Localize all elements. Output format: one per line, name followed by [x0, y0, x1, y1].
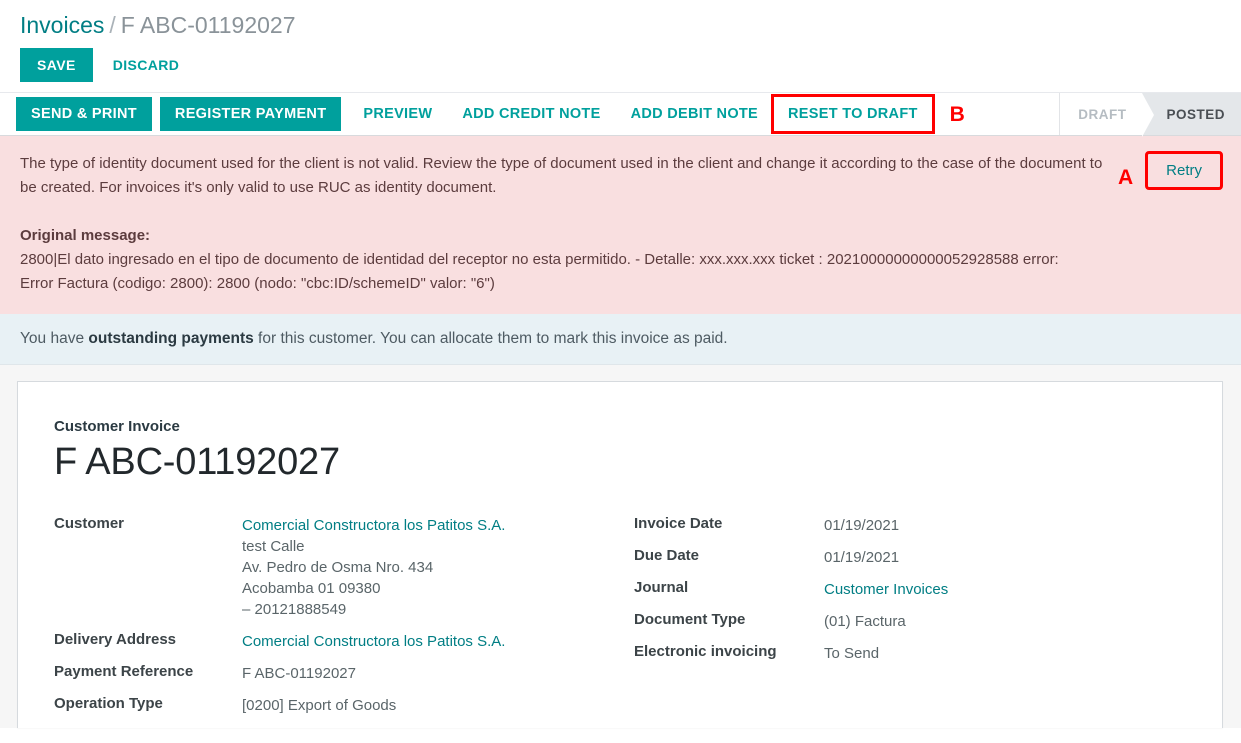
status-pill-posted[interactable]: POSTED	[1142, 93, 1241, 135]
field-value-electronic-invoicing: To Send	[824, 645, 880, 662]
outstanding-payments-link[interactable]: outstanding payments	[88, 330, 253, 347]
customer-address-line-3: Acobamba 01 09380	[242, 580, 381, 597]
outstanding-payments-text-after: for this customer. You can allocate them…	[253, 330, 728, 347]
error-alert: The type of identity document used for t…	[0, 136, 1241, 314]
field-label-invoice-date: Invoice Date	[634, 515, 723, 532]
send-and-print-button[interactable]: SEND & PRINT	[16, 97, 152, 131]
field-value-delivery-address[interactable]: Comercial Constructora los Patitos S.A.	[242, 626, 505, 657]
outstanding-payments-alert: You have outstanding payments for this c…	[0, 314, 1241, 365]
original-message-line-1: 2800|El dato ingresado en el tipo de doc…	[20, 251, 1059, 268]
annotation-marker-a: A	[1117, 166, 1134, 189]
invoice-sheet: Customer Invoice F ABC-01192027 Customer…	[17, 381, 1223, 728]
discard-button[interactable]: DISCARD	[101, 48, 192, 82]
field-row-invoice-date: Invoice Date 01/19/2021	[634, 510, 1188, 541]
statusbar: SEND & PRINT REGISTER PAYMENT PREVIEW AD…	[0, 92, 1241, 137]
breadcrumb-invoices-link[interactable]: Invoices	[20, 12, 104, 38]
reset-to-draft-button[interactable]: RESET TO DRAFT	[771, 94, 935, 134]
field-value-journal[interactable]: Customer Invoices	[824, 574, 948, 605]
original-message-line-2: Error Factura (codigo: 2800): 2800 (nodo…	[20, 275, 495, 292]
preview-button[interactable]: PREVIEW	[349, 97, 446, 131]
breadcrumb-current: F ABC-01192027	[120, 12, 296, 38]
status-pill-draft[interactable]: DRAFT	[1060, 93, 1155, 137]
annotation-marker-b: B	[949, 102, 965, 126]
field-value-document-type[interactable]: (01) Factura	[824, 606, 906, 637]
status-pill-draft-label: DRAFT	[1078, 106, 1127, 122]
customer-address-line-2: Av. Pedro de Osma Nro. 434	[242, 559, 434, 576]
field-row-document-type: Document Type (01) Factura	[634, 606, 1188, 637]
add-debit-note-button[interactable]: ADD DEBIT NOTE	[617, 97, 772, 131]
field-value-invoice-date[interactable]: 01/19/2021	[824, 510, 899, 541]
field-label-customer: Customer	[54, 515, 125, 532]
sheet-right-column: Invoice Date 01/19/2021 Due Date 01/19/2…	[634, 510, 1188, 722]
pill-arrow-icon	[1142, 93, 1155, 137]
field-value-payment-reference[interactable]: F ABC-01192027	[242, 658, 356, 689]
customer-name-link[interactable]: Comercial Constructora los Patitos S.A.	[242, 515, 505, 536]
error-message: The type of identity document used for t…	[20, 155, 1103, 196]
field-label-journal: Journal	[634, 579, 689, 596]
sheet-left-column: Customer Comercial Constructora los Pati…	[54, 510, 634, 722]
field-row-operation-type: Operation Type [0200] Export of Goods	[54, 690, 634, 721]
error-alert-actions: A Retry	[1117, 151, 1223, 190]
field-row-payment-reference: Payment Reference F ABC-01192027	[54, 658, 634, 689]
field-row-journal: Journal Customer Invoices	[634, 574, 1188, 605]
field-label-document-type: Document Type	[634, 611, 746, 628]
save-button[interactable]: SAVE	[20, 48, 93, 82]
breadcrumb-separator: /	[109, 12, 116, 38]
breadcrumb: Invoices / F ABC-01192027	[0, 0, 1241, 40]
invoice-number-title: F ABC-01192027	[54, 441, 340, 483]
field-label-delivery-address: Delivery Address	[54, 631, 177, 648]
save-discard-bar: SAVE DISCARD	[0, 40, 1241, 92]
field-value-due-date[interactable]: 01/19/2021	[824, 542, 899, 573]
field-row-customer: Customer Comercial Constructora los Pati…	[54, 510, 634, 625]
customer-address-line-1: test Calle	[242, 538, 305, 555]
field-row-electronic-invoicing: Electronic invoicing To Send	[634, 638, 1188, 669]
field-label-due-date: Due Date	[634, 547, 700, 564]
sheet-background: Customer Invoice F ABC-01192027 Customer…	[0, 365, 1241, 728]
retry-button[interactable]: Retry	[1145, 151, 1223, 190]
status-pills: DRAFT POSTED	[1059, 93, 1241, 137]
field-label-operation-type: Operation Type	[54, 695, 163, 712]
sheet-columns: Customer Comercial Constructora los Pati…	[54, 510, 1188, 722]
field-value-operation-type[interactable]: [0200] Export of Goods	[242, 690, 396, 721]
statusbar-buttons: SEND & PRINT REGISTER PAYMENT PREVIEW AD…	[0, 93, 1059, 135]
original-message-label: Original message:	[20, 227, 151, 244]
invoice-form-page: Invoices / F ABC-01192027 SAVE DISCARD SEN…	[0, 0, 1241, 743]
register-payment-button[interactable]: REGISTER PAYMENT	[159, 97, 342, 131]
customer-vat-line: – 20121888549	[242, 601, 347, 618]
field-row-due-date: Due Date 01/19/2021	[634, 542, 1188, 573]
field-label-electronic-invoicing: Electronic invoicing	[634, 643, 777, 660]
status-pill-posted-label: POSTED	[1166, 106, 1225, 122]
add-credit-note-button[interactable]: ADD CREDIT NOTE	[448, 97, 614, 131]
field-value-customer: Comercial Constructora los Patitos S.A. …	[242, 510, 505, 625]
field-row-delivery-address: Delivery Address Comercial Constructora …	[54, 626, 634, 657]
error-alert-body: The type of identity document used for t…	[20, 152, 1118, 296]
field-label-payment-reference: Payment Reference	[54, 663, 194, 680]
sheet-subtitle: Customer Invoice	[54, 418, 180, 435]
outstanding-payments-text-before: You have	[20, 330, 89, 347]
